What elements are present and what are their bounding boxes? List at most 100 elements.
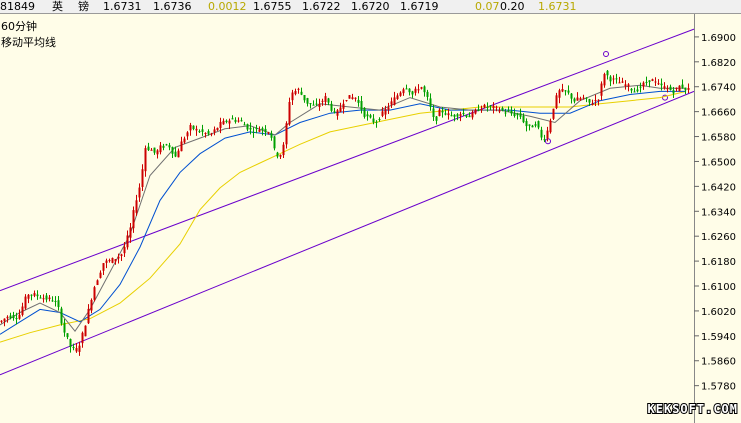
candle-up — [663, 86, 666, 89]
candle-down — [303, 95, 306, 101]
candle-down — [201, 129, 204, 132]
candle-up — [282, 144, 285, 156]
candle-down — [522, 115, 525, 123]
candle-up — [414, 88, 417, 93]
candle-up — [186, 132, 189, 137]
chart-title: 60分钟 — [1, 19, 37, 33]
candle-up — [105, 260, 108, 263]
candle-down — [207, 131, 210, 134]
candle-up — [204, 133, 207, 135]
candle-up — [237, 120, 240, 122]
quote-val-b: 1.6719 — [400, 0, 439, 13]
candle-up — [294, 91, 297, 95]
candle-up — [141, 169, 144, 187]
candle-up — [42, 298, 45, 300]
y-tick-label: 1.6260 — [701, 232, 736, 243]
candle-up — [642, 82, 645, 87]
candle-up — [396, 95, 399, 100]
candle-down — [639, 86, 642, 88]
candle-up — [24, 296, 27, 309]
candle-up — [108, 260, 111, 262]
candle-up — [291, 92, 294, 101]
quote-val-a: 1.6720 — [351, 0, 390, 13]
y-tick-label: 1.6580 — [701, 133, 736, 144]
candle-up — [603, 74, 606, 86]
candle-down — [165, 144, 168, 146]
candle-down — [327, 98, 330, 103]
quote-high: 1.6755 — [253, 0, 292, 13]
candle-up — [132, 210, 135, 229]
candle-down — [9, 315, 12, 319]
candle-up — [114, 259, 117, 262]
candle-up — [21, 306, 24, 315]
candle-up — [228, 120, 231, 124]
candle-up — [117, 256, 120, 259]
candle-down — [453, 114, 456, 117]
candle-up — [675, 87, 678, 89]
candle-up — [618, 82, 621, 84]
y-tick-label: 1.6900 — [701, 33, 736, 44]
candle-up — [612, 78, 615, 80]
candle-down — [462, 112, 465, 115]
candle-down — [312, 104, 315, 106]
candle-down — [240, 120, 243, 122]
candle-up — [480, 108, 483, 110]
price-chart: 1.6900 1.6820 1.6740 1.6660 1.6580 1.6500 1.64… — [0, 14, 741, 423]
candle-down — [465, 115, 468, 117]
candle-up — [420, 87, 423, 89]
candle-up — [657, 83, 660, 85]
candle-down — [375, 121, 378, 123]
quote-price-a: 1.6731 — [103, 0, 142, 13]
candle-down — [225, 120, 228, 123]
candle-down — [63, 322, 66, 333]
candle-down — [609, 76, 612, 82]
candle-down — [261, 128, 264, 131]
candle-up — [210, 133, 213, 135]
candle-up — [48, 297, 51, 299]
candle-down — [429, 98, 432, 107]
candle-down — [255, 128, 258, 130]
candle-up — [627, 84, 630, 87]
quote-change: 0.0012 — [208, 0, 247, 13]
candle-up — [687, 88, 690, 90]
quote-price-b: 1.6736 — [153, 0, 192, 13]
candle-down — [234, 119, 237, 122]
candle-down — [564, 90, 567, 92]
candle-up — [321, 100, 324, 102]
candle-up — [144, 148, 147, 172]
candle-down — [510, 110, 513, 114]
candle-down — [531, 125, 534, 128]
candle-down — [489, 105, 492, 107]
y-tick-label: 1.6340 — [701, 207, 736, 218]
candle-down — [585, 97, 588, 99]
chart-window: { "quote_bar": { "code": "81849", "symbo… — [0, 0, 741, 423]
candle-down — [372, 118, 375, 123]
candle-down — [681, 84, 684, 88]
candle-down — [450, 115, 453, 117]
candle-down — [51, 300, 54, 302]
candle-up — [459, 114, 462, 117]
candle-up — [354, 97, 357, 99]
candle-down — [411, 91, 414, 95]
y-tick-label: 1.6420 — [701, 182, 736, 193]
candle-up — [549, 120, 552, 133]
candle-up — [342, 103, 345, 109]
candle-up — [666, 88, 669, 90]
candle-down — [192, 125, 195, 130]
candle-down — [198, 131, 201, 133]
candle-up — [90, 299, 93, 311]
candle-up — [138, 187, 141, 198]
candle-down — [60, 308, 63, 324]
candle-down — [486, 106, 489, 108]
candle-up — [6, 316, 9, 319]
candle-up — [399, 92, 402, 96]
quote-low: 1.6722 — [302, 0, 341, 13]
candle-down — [270, 133, 273, 138]
candle-down — [15, 317, 18, 320]
candle-up — [600, 83, 603, 96]
candle-up — [558, 90, 561, 98]
candle-down — [537, 121, 540, 128]
candle-up — [189, 124, 192, 131]
candle-down — [636, 89, 639, 92]
candle-down — [315, 103, 318, 105]
